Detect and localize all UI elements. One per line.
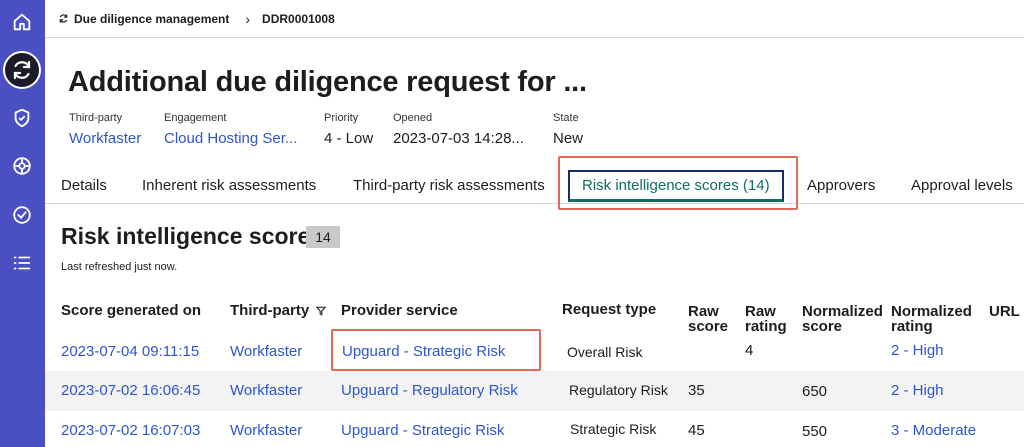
third-party-link[interactable]: Workfaster — [230, 422, 302, 439]
last-refreshed-text: Last refreshed just now. — [61, 261, 178, 273]
request-type-cell: Regulatory Risk — [569, 382, 668, 398]
column-header-normalized-score[interactable]: Normalized score — [802, 304, 883, 334]
shield-check-icon[interactable] — [8, 104, 36, 132]
normalized-rating-link[interactable]: 2 - High — [891, 382, 944, 399]
header-line: Normalized — [891, 303, 972, 320]
highlight-box — [331, 329, 541, 371]
tab-inherent-risk-assessments[interactable]: Inherent risk assessments — [142, 168, 316, 204]
request-type-cell: Strategic Risk — [570, 421, 657, 437]
provider-service-link[interactable]: Upguard - Strategic Risk — [341, 422, 504, 439]
filter-icon[interactable] — [315, 306, 327, 316]
normalized-score-cell: 650 — [802, 383, 828, 400]
normalized-score-cell: 550 — [802, 423, 828, 440]
raw-rating-cell: 4 — [745, 342, 754, 359]
page-title: Additional due diligence request for ... — [68, 66, 587, 98]
score-generated-link[interactable]: 2023-07-04 09:11:15 — [61, 343, 199, 360]
field-label: Opened — [393, 112, 433, 124]
state-value: New — [553, 130, 584, 147]
breadcrumb: Due diligence management › DDR0001008 — [45, 0, 1024, 38]
raw-score-cell: 45 — [688, 422, 705, 439]
settings-wheel-icon[interactable] — [8, 152, 36, 180]
refresh-icon — [59, 14, 68, 23]
normalized-rating-link[interactable]: 3 - Moderate — [891, 422, 976, 439]
column-header-request-type[interactable]: Request type — [562, 302, 656, 317]
opened-value: 2023-07-03 14:28... — [393, 130, 524, 147]
column-header-provider-service[interactable]: Provider service — [341, 303, 458, 318]
header-line: Normalized — [802, 303, 883, 320]
highlight-box — [558, 156, 798, 210]
chevron-right-icon: › — [245, 10, 251, 27]
field-label: State — [553, 112, 579, 124]
breadcrumb-parent-link[interactable]: Due diligence management — [58, 12, 229, 26]
column-header-url[interactable]: URL — [989, 304, 1020, 319]
column-header-label: Third-party — [230, 302, 310, 319]
header-line: Raw — [688, 303, 719, 320]
tab-approvers[interactable]: Approvers — [807, 168, 875, 204]
field-third-party: Third-party Workfaster — [69, 112, 141, 147]
home-icon[interactable] — [8, 8, 36, 36]
third-party-link[interactable]: Workfaster — [230, 382, 302, 399]
column-header-score-generated-on[interactable]: Score generated on — [61, 303, 201, 318]
field-priority: Priority 4 - Low — [324, 112, 373, 147]
column-header-third-party[interactable]: Third-party — [230, 302, 327, 319]
list-icon[interactable] — [8, 249, 36, 277]
check-circle-icon[interactable] — [8, 201, 36, 229]
breadcrumb-current: DDR0001008 — [262, 11, 335, 26]
column-header-raw-rating[interactable]: Raw rating — [745, 304, 787, 334]
field-label: Engagement — [164, 112, 227, 124]
third-party-link[interactable]: Workfaster — [69, 130, 141, 147]
count-badge: 14 — [306, 226, 340, 248]
field-label: Third-party — [69, 112, 123, 124]
tab-approval-levels[interactable]: Approval levels — [911, 168, 1013, 204]
score-generated-link[interactable]: 2023-07-02 16:06:45 — [61, 382, 200, 399]
request-type-cell: Overall Risk — [567, 344, 643, 360]
field-opened: Opened 2023-07-03 14:28... — [393, 112, 524, 147]
provider-service-link[interactable]: Upguard - Regulatory Risk — [341, 382, 518, 399]
field-label: Priority — [324, 112, 359, 124]
table-row: 2023-07-02 16:06:45 Workfaster Upguard -… — [45, 371, 1024, 411]
engagement-link[interactable]: Cloud Hosting Ser... — [164, 130, 297, 147]
tab-details[interactable]: Details — [61, 168, 107, 204]
tab-third-party-risk-assessments[interactable]: Third-party risk assessments — [353, 168, 545, 204]
table-row: 2023-07-02 16:07:03 Workfaster Upguard -… — [45, 411, 1024, 447]
refresh-cycle-icon[interactable] — [3, 51, 41, 89]
header-line: Raw — [745, 303, 776, 320]
score-generated-link[interactable]: 2023-07-02 16:07:03 — [61, 422, 200, 439]
raw-score-cell: 35 — [688, 382, 705, 399]
left-nav-rail — [0, 0, 45, 447]
section-title: Risk intelligence scores — [61, 223, 324, 249]
priority-value: 4 - Low — [324, 130, 374, 147]
third-party-link[interactable]: Workfaster — [230, 343, 302, 360]
breadcrumb-parent-label[interactable]: Due diligence management — [74, 12, 229, 26]
tab-bar: Details Inherent risk assessments Third-… — [45, 168, 1024, 204]
column-header-raw-score[interactable]: Raw score — [688, 304, 728, 334]
field-engagement: Engagement Cloud Hosting Ser... — [164, 112, 297, 147]
normalized-rating-link[interactable]: 2 - High — [891, 342, 944, 359]
column-header-normalized-rating[interactable]: Normalized rating — [891, 304, 972, 334]
field-state: State New — [553, 112, 583, 147]
